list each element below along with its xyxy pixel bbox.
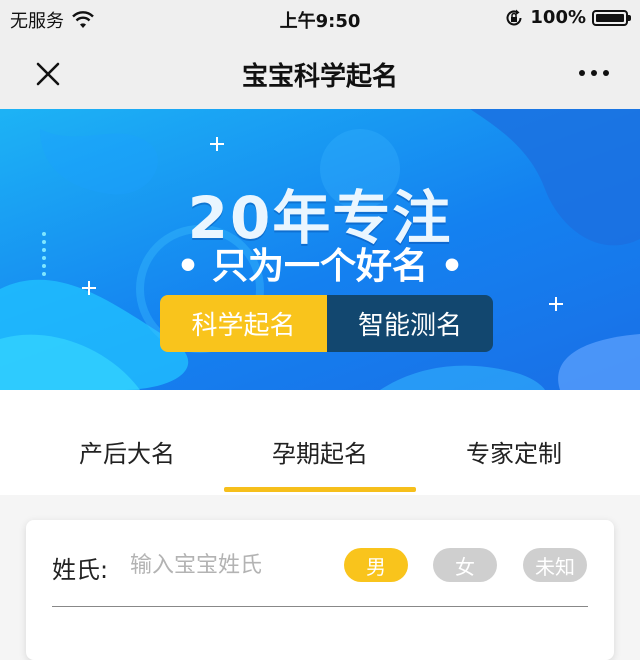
surname-label: 姓氏: <box>52 556 109 584</box>
nav-bar: 宝宝科学起名 <box>0 36 640 109</box>
battery-fill <box>596 13 624 22</box>
active-tab-indicator <box>224 487 416 492</box>
status-bar: 无服务 上午9:50 100% <box>0 0 640 36</box>
surname-input[interactable] <box>128 546 332 584</box>
gender-unknown-button[interactable]: 未知 <box>523 548 587 582</box>
naming-tabs: 产后大名 孕期起名 专家定制 <box>0 390 640 495</box>
page-title: 宝宝科学起名 <box>241 62 398 92</box>
more-icon[interactable] <box>576 58 612 88</box>
battery-icon <box>592 9 631 26</box>
banner-subline: • 只为一个好名 • <box>176 246 464 287</box>
tab-postnatal-name[interactable]: 产后大名 <box>79 434 175 469</box>
hero-banner: 20年专注 • 只为一个好名 • 科学起名 智能测名 <box>0 109 640 390</box>
scientific-naming-button[interactable]: 科学起名 <box>160 295 327 352</box>
smart-name-test-button[interactable]: 智能测名 <box>327 295 493 352</box>
gender-male-button[interactable]: 男 <box>344 548 408 582</box>
tab-expert-custom[interactable]: 专家定制 <box>466 434 562 469</box>
banner-segmented-buttons: 科学起名 智能测名 <box>160 295 493 352</box>
form-divider <box>52 606 588 607</box>
rotation-lock-icon <box>506 9 522 25</box>
status-right: 100% <box>504 7 631 28</box>
naming-form-card: 姓氏: 男 女 未知 <box>26 520 614 660</box>
gender-female-button[interactable]: 女 <box>433 548 497 582</box>
battery-percent: 100% <box>530 7 586 28</box>
tab-pregnancy-naming[interactable]: 孕期起名 <box>272 434 368 469</box>
